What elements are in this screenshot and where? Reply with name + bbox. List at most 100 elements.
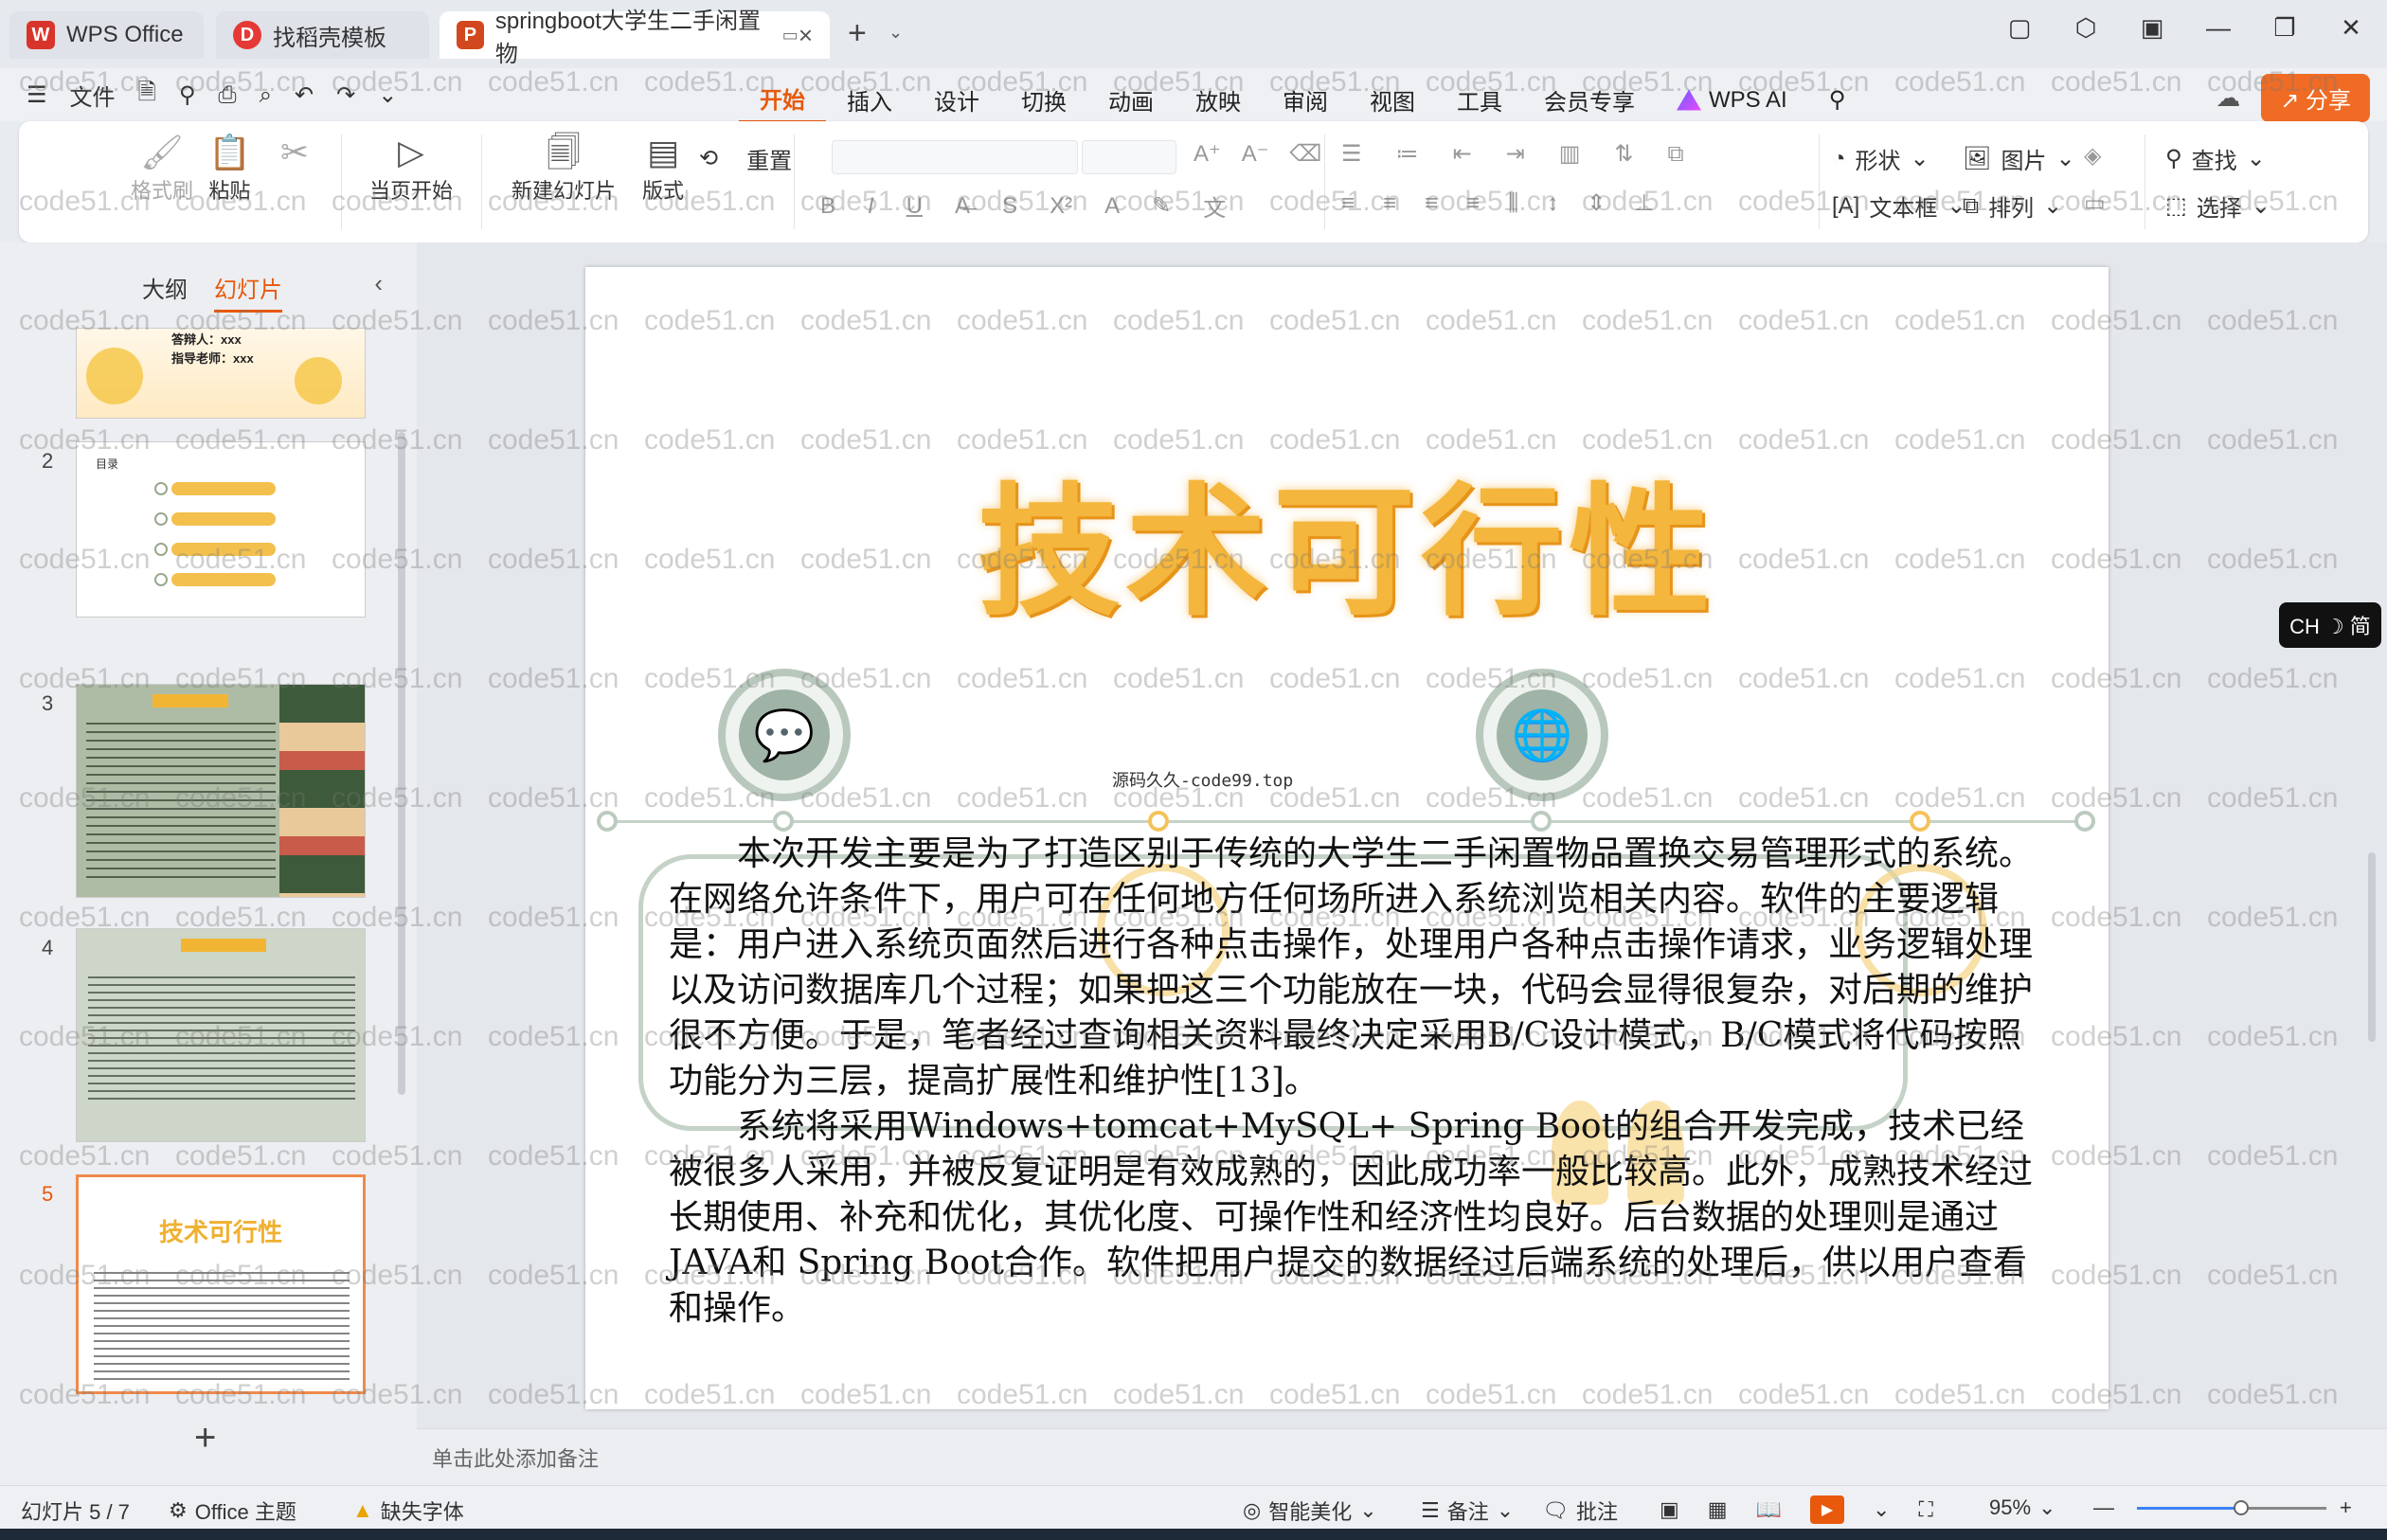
slide-5[interactable]: 技术可行性 💬 🌐 源码久久-code99.top 本次开发主要是为了打造区别于… bbox=[585, 267, 2109, 1409]
line-spacing-icon[interactable]: ↕ bbox=[1547, 190, 1558, 217]
outline-button[interactable]: ▭ bbox=[2084, 189, 2106, 217]
normal-view-icon[interactable]: ▣ bbox=[1660, 1497, 1679, 1522]
numbered-list-icon[interactable]: ≔ bbox=[1396, 140, 1419, 168]
close-window-icon[interactable]: ✕ bbox=[2332, 13, 2370, 43]
slide-thumbnail-2[interactable]: 目录 bbox=[76, 441, 366, 618]
new-tab-icon[interactable]: + bbox=[848, 15, 867, 52]
print-icon[interactable]: ⎙ bbox=[218, 82, 236, 109]
strikethrough-icon[interactable]: A̶ bbox=[955, 193, 970, 220]
chevron-down-icon[interactable]: ⌄ bbox=[1873, 1497, 1890, 1522]
tab-view[interactable]: 视图 bbox=[1349, 78, 1436, 122]
tab-design[interactable]: 设计 bbox=[913, 78, 1000, 122]
superscript-icon[interactable]: X² bbox=[1050, 193, 1072, 220]
decrease-font-icon[interactable]: A⁻ bbox=[1242, 140, 1269, 168]
file-menu[interactable]: 文件 bbox=[70, 79, 116, 112]
slide-thumbnail-3[interactable] bbox=[76, 684, 366, 898]
notes-area[interactable]: 单击此处添加备注 bbox=[417, 1428, 2387, 1485]
font-size-select[interactable] bbox=[1082, 140, 1176, 174]
ime-indicator[interactable]: CH ☽ 简 bbox=[2279, 602, 2381, 648]
collapse-panel-icon[interactable]: ‹ bbox=[374, 269, 383, 298]
font-color-icon[interactable]: A bbox=[1104, 193, 1120, 220]
grid-view-icon[interactable]: ▦ bbox=[1708, 1497, 1728, 1522]
tab-slideshow[interactable]: 放映 bbox=[1175, 78, 1262, 122]
text-direction-icon[interactable]: ⇅ bbox=[1614, 140, 1633, 168]
tab-tools[interactable]: 工具 bbox=[1436, 78, 1523, 122]
undo-icon[interactable]: ↶ bbox=[295, 81, 314, 109]
search-doc-icon[interactable]: ⚲ bbox=[179, 81, 196, 109]
vertical-align-icon[interactable]: ⊥ bbox=[1634, 189, 1654, 217]
chevron-down-icon[interactable]: ⌄ bbox=[888, 23, 903, 43]
font-family-select[interactable] bbox=[832, 140, 1078, 174]
share-button[interactable]: ↗ 分享 bbox=[2261, 74, 2370, 122]
print-preview-icon[interactable]: ⌕ bbox=[260, 82, 272, 109]
canvas-scrollbar[interactable] bbox=[2368, 852, 2376, 1042]
close-tab-icon[interactable]: × bbox=[799, 21, 813, 50]
align-center-icon[interactable]: ≡ bbox=[1383, 190, 1396, 217]
tab-wps-office[interactable]: W WPS Office bbox=[9, 11, 204, 59]
tab-member[interactable]: 会员专享 bbox=[1523, 78, 1656, 122]
comments-button[interactable]: 🗨 批注 bbox=[1542, 1495, 1618, 1526]
theme-indicator[interactable]: ⚙ Office 主题 bbox=[169, 1495, 296, 1526]
shadow-icon[interactable]: S bbox=[1002, 193, 1017, 220]
fill-color-button[interactable]: ◈ bbox=[2084, 142, 2101, 170]
zoom-level[interactable]: 95% ⌄ bbox=[1989, 1495, 2055, 1520]
notes-toggle-button[interactable]: ☰ 备注 ⌄ bbox=[1421, 1495, 1514, 1526]
underline-icon[interactable]: U bbox=[906, 193, 923, 220]
increase-indent-icon[interactable]: ⇥ bbox=[1506, 140, 1525, 168]
highlight-icon[interactable]: ✎ bbox=[1152, 192, 1171, 220]
thumbnail-scrollbar[interactable] bbox=[398, 432, 405, 1095]
tab-animation[interactable]: 动画 bbox=[1087, 78, 1175, 122]
textbox-button[interactable]: [A] 文本框 ⌄ bbox=[1832, 189, 1965, 223]
slide-thumbnail-1[interactable]: 答辩人：xxx 指导老师：xxx bbox=[76, 328, 366, 419]
zoom-in-icon[interactable]: + bbox=[2340, 1495, 2352, 1520]
cloud-upload-icon[interactable]: ☁ bbox=[2216, 83, 2240, 113]
zoom-slider-knob[interactable] bbox=[2234, 1500, 2249, 1515]
zoom-slider[interactable] bbox=[2137, 1500, 2326, 1515]
missing-font-button[interactable]: ▲ 缺失字体 bbox=[352, 1495, 464, 1526]
slideshow-play-icon[interactable]: ▶ bbox=[1810, 1495, 1844, 1524]
add-slide-icon[interactable]: + bbox=[194, 1417, 216, 1459]
minimize-icon[interactable]: — bbox=[2199, 13, 2237, 43]
slide-title[interactable]: 技术可行性 bbox=[585, 438, 2109, 643]
tab-insert[interactable]: 插入 bbox=[826, 78, 913, 122]
tab-template-store[interactable]: D 找稻壳模板 bbox=[216, 11, 429, 59]
clear-format-icon[interactable]: ⌫ bbox=[1289, 140, 1321, 168]
reading-view-icon[interactable]: 📖 bbox=[1756, 1497, 1782, 1522]
cut-button[interactable]: ✂ bbox=[280, 131, 309, 174]
distribute-icon[interactable]: ⫼ bbox=[1508, 190, 1518, 217]
justify-icon[interactable]: ≡ bbox=[1466, 190, 1480, 217]
find-button[interactable]: ⚲ 查找 ⌄ bbox=[2165, 142, 2266, 175]
paste-button[interactable]: 📋 粘贴 bbox=[208, 131, 251, 205]
reset-button[interactable]: ⟲ 重置 bbox=[699, 142, 792, 175]
new-slide-button[interactable]: 🗐 新建幻灯片 bbox=[483, 131, 644, 205]
redo-icon[interactable]: ↷ bbox=[336, 81, 355, 109]
align-left-icon[interactable]: ≡ bbox=[1341, 190, 1355, 217]
paragraph-spacing-icon[interactable]: ⇕ bbox=[1587, 189, 1606, 217]
save-icon[interactable]: 🗎 bbox=[138, 76, 156, 115]
tab-outline[interactable]: 大纲 bbox=[142, 271, 188, 313]
bold-icon[interactable]: B bbox=[820, 193, 835, 220]
decrease-indent-icon[interactable]: ⇤ bbox=[1453, 140, 1472, 168]
tab-slides[interactable]: 幻灯片 bbox=[214, 271, 282, 313]
smart-beautify-button[interactable]: ◎ 智能美化 ⌄ bbox=[1243, 1495, 1377, 1526]
search-icon[interactable]: ⚲ bbox=[1808, 81, 1867, 119]
columns-icon[interactable]: ▥ bbox=[1559, 140, 1581, 168]
chevron-down-icon[interactable]: ⌄ bbox=[378, 81, 397, 109]
italic-icon[interactable]: I bbox=[868, 193, 874, 220]
select-button[interactable]: ⬚ 选择 ⌄ bbox=[2165, 189, 2270, 223]
format-painter-button[interactable]: 🖌 格式刷 bbox=[131, 131, 193, 205]
phonetic-icon[interactable]: 文 bbox=[1203, 189, 1226, 223]
tab-home[interactable]: 开始 bbox=[739, 76, 826, 124]
slide-body-textbox[interactable]: 本次开发主要是为了打造区别于传统的大学生二手闲置物品置换交易管理形式的系统。在网… bbox=[669, 832, 2033, 1332]
fit-window-icon[interactable]: ⛶ bbox=[1918, 1497, 1932, 1522]
arrange-button[interactable]: ⧉ 排列 ⌄ bbox=[1963, 189, 2062, 223]
slide-thumbnail-5[interactable]: 技术可行性 bbox=[76, 1174, 366, 1394]
tab-review[interactable]: 审阅 bbox=[1262, 78, 1349, 122]
bullet-list-icon[interactable]: ☰ bbox=[1341, 140, 1362, 168]
hamburger-icon[interactable]: ☰ bbox=[27, 81, 47, 109]
slide-thumbnail-4[interactable] bbox=[76, 928, 366, 1142]
avatar[interactable]: ▣ bbox=[2133, 13, 2171, 43]
zoom-out-icon[interactable]: — bbox=[2093, 1495, 2114, 1520]
window-layout-icon[interactable]: ▢ bbox=[2001, 13, 2038, 43]
picture-button[interactable]: 🖼 图片 ⌄ bbox=[1963, 142, 2075, 175]
